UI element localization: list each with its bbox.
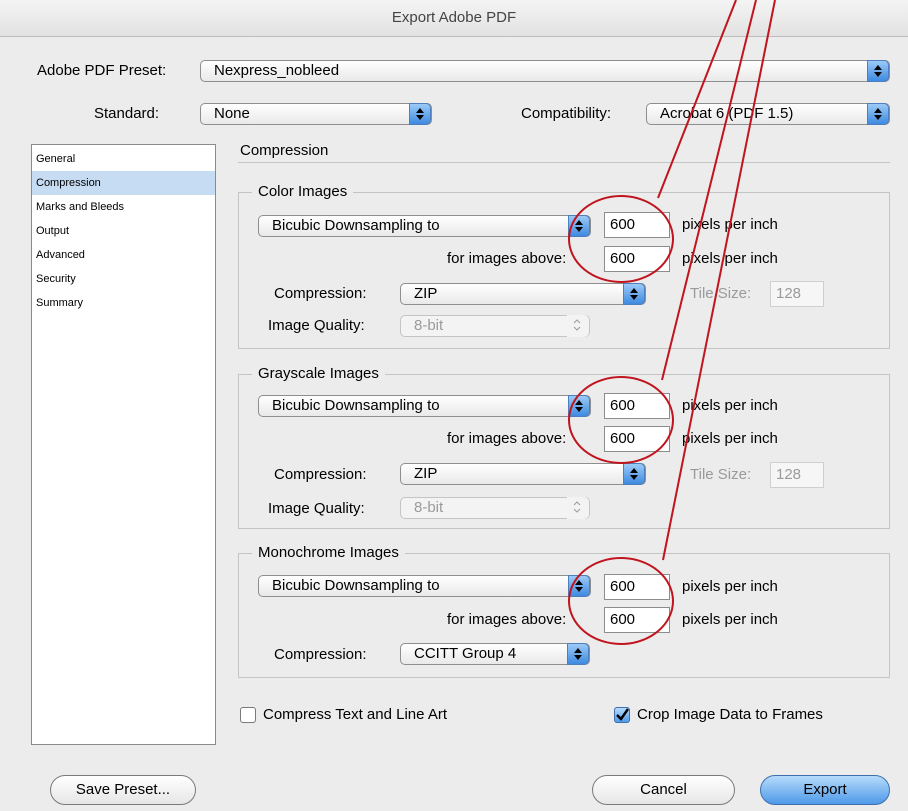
compat-value: Acrobat 6 (PDF 1.5) — [660, 105, 794, 122]
cancel-button[interactable]: Cancel — [592, 775, 735, 805]
sidebar-item-marks-and-bleeds[interactable]: Marks and Bleeds — [32, 195, 215, 219]
export-button[interactable]: Export — [760, 775, 890, 805]
mono-compression-label: Compression: — [274, 646, 367, 663]
gray-tile-label: Tile Size: — [690, 466, 752, 483]
mono-ppi-unit: pixels per inch — [682, 578, 778, 595]
mono-above-field[interactable]: 600 — [604, 607, 670, 633]
color-tile-label: Tile Size: — [690, 285, 752, 302]
mono-compression-select[interactable]: CCITT Group 4 — [400, 643, 590, 665]
sidebar-item-compression[interactable]: Compression — [32, 171, 215, 195]
stepper-arrows-icon — [623, 283, 645, 305]
crop-image-checkbox[interactable] — [614, 707, 630, 723]
color-sampling-select[interactable]: Bicubic Downsampling to — [258, 215, 591, 237]
gray-compression-label: Compression: — [274, 466, 367, 483]
mono-compression-value: CCITT Group 4 — [414, 645, 517, 662]
color-compression-value: ZIP — [414, 285, 438, 302]
save-preset-button[interactable]: Save Preset... — [50, 775, 196, 805]
stepper-arrows-icon — [867, 60, 889, 82]
color-images-title: Color Images — [252, 183, 354, 200]
sidebar-item-advanced[interactable]: Advanced — [32, 243, 215, 267]
mono-above-label: for images above: — [447, 611, 567, 628]
checkmark-icon — [616, 708, 629, 721]
sidebar-item-general[interactable]: General — [32, 147, 215, 171]
gray-quality-select: 8-bit — [400, 497, 590, 519]
grayscale-images-title: Grayscale Images — [252, 365, 385, 382]
gray-quality-value: 8-bit — [414, 499, 444, 516]
sidebar-item-security[interactable]: Security — [32, 267, 215, 291]
gray-compression-value: ZIP — [414, 465, 438, 482]
mono-sampling-select[interactable]: Bicubic Downsampling to — [258, 575, 591, 597]
sidebar-item-output[interactable]: Output — [32, 219, 215, 243]
gray-ppi-unit: pixels per inch — [682, 397, 778, 414]
stepper-arrows-icon — [568, 575, 590, 597]
gray-above-label: for images above: — [447, 430, 567, 447]
sidebar-item-summary[interactable]: Summary — [32, 291, 215, 315]
preset-value: Nexpress_nobleed — [214, 62, 340, 79]
stepper-arrows-icon — [568, 395, 590, 417]
standard-select[interactable]: None — [200, 103, 432, 125]
gray-sampling-select[interactable]: Bicubic Downsampling to — [258, 395, 591, 417]
standard-label: Standard: — [94, 105, 160, 122]
monochrome-images-title: Monochrome Images — [252, 544, 405, 561]
compress-text-label: Compress Text and Line Art — [263, 706, 447, 723]
stepper-arrows-icon — [567, 643, 589, 665]
section-title: Compression — [240, 142, 329, 159]
preset-select[interactable]: Nexpress_nobleed — [200, 60, 890, 82]
preset-label: Adobe PDF Preset: — [37, 62, 167, 79]
mono-above-unit: pixels per inch — [682, 611, 778, 628]
compat-select[interactable]: Acrobat 6 (PDF 1.5) — [646, 103, 890, 125]
color-sampling-value: Bicubic Downsampling to — [272, 217, 440, 234]
standard-value: None — [214, 105, 250, 122]
color-compression-label: Compression: — [274, 285, 367, 302]
window-title: Export Adobe PDF — [0, 0, 908, 37]
gray-compression-select[interactable]: ZIP — [400, 463, 646, 485]
gray-tile-field: 128 — [770, 462, 824, 488]
color-quality-value: 8-bit — [414, 317, 444, 334]
gray-above-field[interactable]: 600 — [604, 426, 670, 452]
gray-quality-label: Image Quality: — [268, 500, 365, 517]
color-ppi-field[interactable]: 600 — [604, 212, 670, 238]
color-ppi-unit: pixels per inch — [682, 216, 778, 233]
color-quality-label: Image Quality: — [268, 317, 365, 334]
stepper-arrows-icon — [568, 215, 590, 237]
color-above-label: for images above: — [447, 250, 567, 267]
mono-sampling-value: Bicubic Downsampling to — [272, 577, 440, 594]
gray-ppi-field[interactable]: 600 — [604, 393, 670, 419]
gray-sampling-value: Bicubic Downsampling to — [272, 397, 440, 414]
stepper-arrows-icon — [567, 497, 589, 519]
mono-ppi-field[interactable]: 600 — [604, 574, 670, 600]
stepper-arrows-icon — [567, 315, 589, 337]
color-above-field[interactable]: 600 — [604, 246, 670, 272]
section-divider — [238, 162, 890, 163]
compress-text-checkbox[interactable] — [240, 707, 256, 723]
color-above-unit: pixels per inch — [682, 250, 778, 267]
gray-above-unit: pixels per inch — [682, 430, 778, 447]
category-list: General Compression Marks and Bleeds Out… — [31, 144, 216, 745]
color-quality-select: 8-bit — [400, 315, 590, 337]
stepper-arrows-icon — [623, 463, 645, 485]
compat-label: Compatibility: — [521, 105, 612, 122]
color-tile-field: 128 — [770, 281, 824, 307]
stepper-arrows-icon — [409, 103, 431, 125]
crop-image-label: Crop Image Data to Frames — [637, 706, 823, 723]
stepper-arrows-icon — [867, 103, 889, 125]
color-compression-select[interactable]: ZIP — [400, 283, 646, 305]
